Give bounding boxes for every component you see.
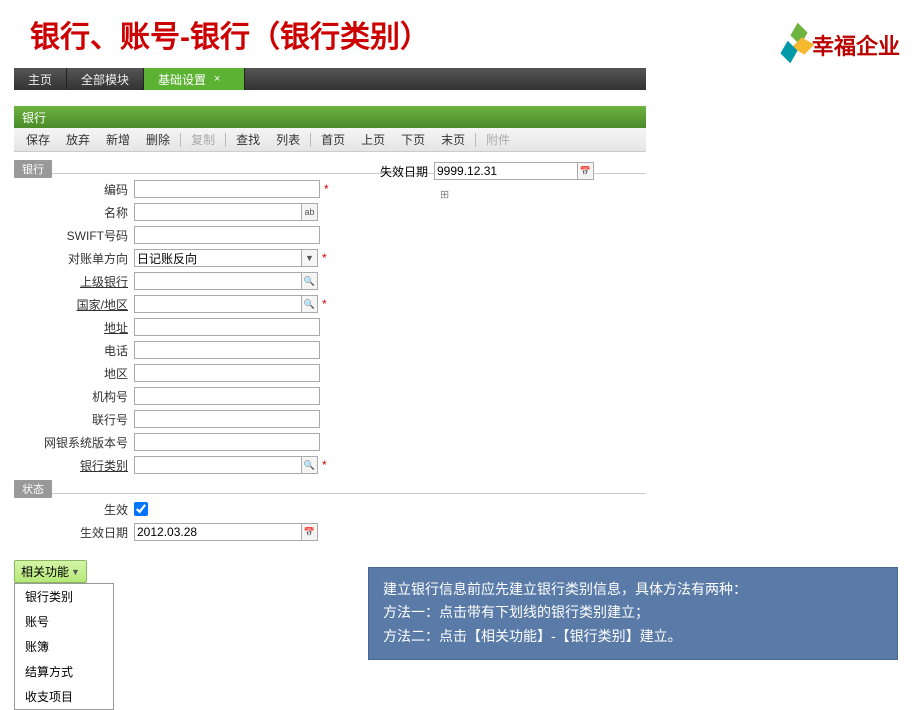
toolbar: 保存 放弃 新增 删除 复制 查找 列表 首页 上页 下页 末页 附件 [14,128,646,152]
label-orgno: 机构号 [14,388,134,405]
logo-text: 幸福企业 [812,29,900,61]
label-region: 地区 [14,365,134,382]
lang-icon[interactable]: ab [302,203,318,221]
logo: 幸福企业 [768,25,900,65]
search-icon[interactable]: 🔍 [302,456,318,474]
search-icon[interactable]: 🔍 [302,272,318,290]
group-bank: 银行 [14,160,52,178]
menu-bank-category[interactable]: 银行类别 [15,584,113,609]
name-input[interactable] [134,203,302,221]
label-swift: SWIFT号码 [14,227,134,244]
direction-select[interactable] [134,249,302,267]
required-icon: * [322,297,327,311]
help-line2: 方法一：点击带有下划线的银行类别建立； [383,601,883,625]
related-label: 相关功能 [21,563,69,580]
section-title: 银行 [14,106,646,128]
save-button[interactable]: 保存 [18,131,58,148]
last-button[interactable]: 末页 [433,131,473,148]
nav-all-modules[interactable]: 全部模块 [67,68,144,90]
list-button[interactable]: 列表 [268,131,308,148]
category-input[interactable] [134,456,302,474]
chevron-down-icon[interactable]: ▼ [302,249,318,267]
expdate-input[interactable] [434,162,578,180]
delete-button[interactable]: 删除 [138,131,178,148]
menu-account[interactable]: 账号 [15,609,113,634]
related-functions-button[interactable]: 相关功能 ▼ [14,560,87,583]
linkno-input[interactable] [134,410,320,428]
label-country[interactable]: 国家/地区 [14,296,134,313]
prev-button[interactable]: 上页 [353,131,393,148]
next-button[interactable]: 下页 [393,131,433,148]
address-input[interactable] [134,318,320,336]
effdate-input[interactable] [134,523,302,541]
chevron-down-icon: ▼ [71,567,80,577]
calendar-icon[interactable]: 📅 [578,162,594,180]
label-linkno: 联行号 [14,411,134,428]
separator [475,133,476,147]
copy-button: 复制 [183,131,223,148]
nav-tab-label: 基础设置 [158,71,206,88]
label-name: 名称 [14,204,134,221]
country-input[interactable] [134,295,302,313]
required-icon: * [324,182,329,196]
search-icon[interactable]: 🔍 [302,295,318,313]
swift-input[interactable] [134,226,320,244]
menu-income-expense[interactable]: 收支项目 [15,684,113,709]
ebank-input[interactable] [134,433,320,451]
label-address[interactable]: 地址 [14,319,134,336]
label-direction: 对账单方向 [14,250,134,267]
group-status: 状态 [14,480,52,498]
phone-input[interactable] [134,341,320,359]
separator [180,133,181,147]
menu-settlement[interactable]: 结算方式 [15,659,113,684]
nav-home[interactable]: 主页 [14,68,67,90]
label-phone: 电话 [14,342,134,359]
orgno-input[interactable] [134,387,320,405]
abandon-button[interactable]: 放弃 [58,131,98,148]
help-line3: 方法二：点击【相关功能】-【银行类别】建立。 [383,625,883,649]
separator [310,133,311,147]
help-box: 建立银行信息前应先建立银行类别信息，具体方法有两种： 方法一：点击带有下划线的银… [368,567,898,660]
label-parent[interactable]: 上级银行 [14,273,134,290]
new-button[interactable]: 新增 [98,131,138,148]
logo-icon [768,25,808,65]
label-category[interactable]: 银行类别 [14,457,134,474]
required-icon: * [322,458,327,472]
tree-icon[interactable]: ⊞ [440,188,594,201]
label-ebank: 网银系统版本号 [14,434,134,451]
separator [225,133,226,147]
calendar-icon[interactable]: 📅 [302,523,318,541]
menu-ledger[interactable]: 账簿 [15,634,113,659]
find-button[interactable]: 查找 [228,131,268,148]
region-input[interactable] [134,364,320,382]
related-dropdown: 银行类别 账号 账簿 结算方式 收支项目 [14,583,114,710]
label-expdate: 失效日期 [374,163,434,180]
effective-checkbox[interactable] [134,502,148,516]
parent-input[interactable] [134,272,302,290]
nav-bar: 主页 全部模块 基础设置 × [14,68,646,90]
form-area: 银行 编码 * 名称 ab SWIFT号码 对账单方向 ▼ * 上级银行 🔍 国… [14,152,646,543]
first-button[interactable]: 首页 [313,131,353,148]
attach-button: 附件 [478,131,518,148]
label-code: 编码 [14,181,134,198]
label-effdate: 生效日期 [14,524,134,541]
right-column: 失效日期 📅 ⊞ [374,160,594,201]
help-line1: 建立银行信息前应先建立银行类别信息，具体方法有两种： [383,578,883,602]
label-effective: 生效 [14,501,134,518]
code-input[interactable] [134,180,320,198]
nav-basic-settings[interactable]: 基础设置 × [144,68,245,90]
close-icon[interactable]: × [214,73,220,85]
required-icon: * [322,251,327,265]
